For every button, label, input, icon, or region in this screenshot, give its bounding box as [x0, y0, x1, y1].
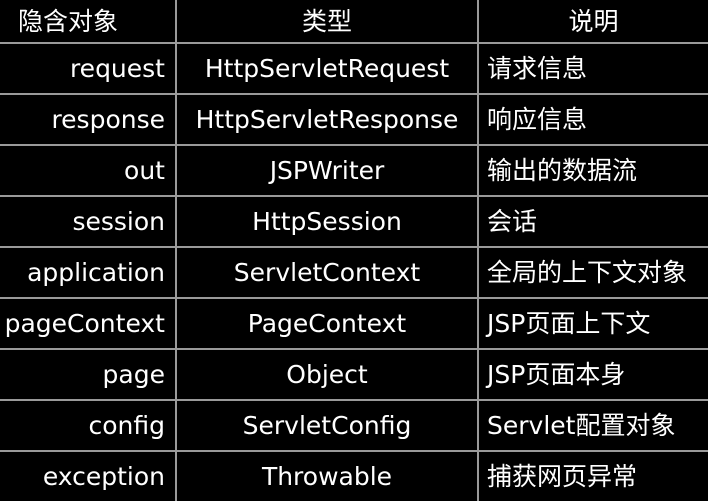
- header-object: 隐含对象: [0, 0, 177, 43]
- cell-object: out: [0, 144, 177, 197]
- table-row: pageContext PageContext JSP页面上下文: [0, 297, 708, 350]
- cell-description: 会话: [477, 195, 708, 248]
- cell-object: response: [0, 93, 177, 146]
- table-header-row: 隐含对象 类型 说明: [0, 0, 708, 43]
- cell-type: HttpSession: [175, 195, 479, 248]
- cell-object: session: [0, 195, 177, 248]
- table-row: config ServletConfig Servlet配置对象: [0, 399, 708, 452]
- cell-type: HttpServletRequest: [175, 42, 479, 95]
- cell-description: JSP页面本身: [477, 348, 708, 401]
- cell-description: 全局的上下文对象: [477, 246, 708, 299]
- table-row: out JSPWriter 输出的数据流: [0, 144, 708, 197]
- cell-object: request: [0, 42, 177, 95]
- cell-description: 请求信息: [477, 42, 708, 95]
- cell-type: PageContext: [175, 297, 479, 350]
- header-description: 说明: [477, 0, 708, 43]
- cell-description: Servlet配置对象: [477, 399, 708, 452]
- cell-type: ServletContext: [175, 246, 479, 299]
- cell-description: 输出的数据流: [477, 144, 708, 197]
- cell-type: ServletConfig: [175, 399, 479, 452]
- cell-type: HttpServletResponse: [175, 93, 479, 146]
- cell-object: pageContext: [0, 297, 177, 350]
- table-row: request HttpServletRequest 请求信息: [0, 42, 708, 95]
- table-row: application ServletContext 全局的上下文对象: [0, 246, 708, 299]
- header-type: 类型: [175, 0, 479, 43]
- cell-object: config: [0, 399, 177, 452]
- table-row: response HttpServletResponse 响应信息: [0, 93, 708, 146]
- table-row: page Object JSP页面本身: [0, 348, 708, 401]
- jsp-implicit-objects-table: 隐含对象 类型 说明 request HttpServletRequest 请求…: [0, 0, 708, 501]
- table-row: session HttpSession 会话: [0, 195, 708, 248]
- cell-type: JSPWriter: [175, 144, 479, 197]
- cell-object: page: [0, 348, 177, 401]
- cell-description: 响应信息: [477, 93, 708, 146]
- cell-object: application: [0, 246, 177, 299]
- cell-type: Object: [175, 348, 479, 401]
- cell-description: JSP页面上下文: [477, 297, 708, 350]
